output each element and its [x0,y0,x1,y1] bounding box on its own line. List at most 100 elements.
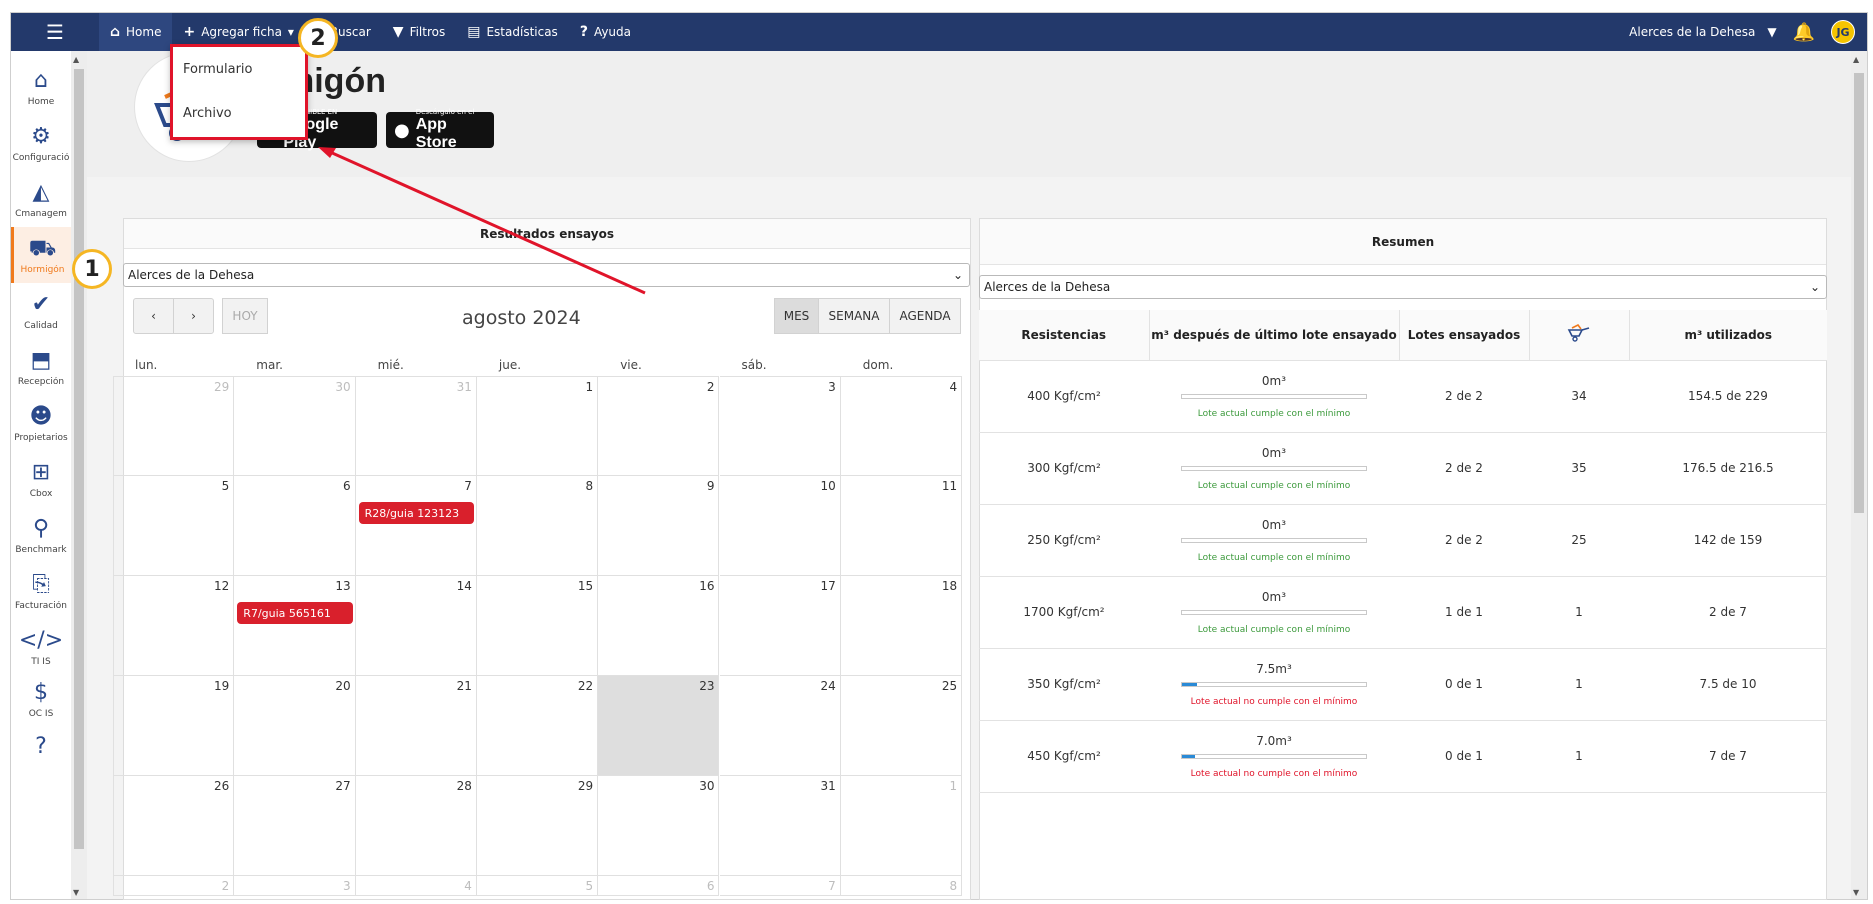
calendar-day-cell[interactable]: 6 [234,476,356,576]
bell-icon[interactable]: 🔔 [1793,22,1815,43]
sidebar-item-configuració[interactable]: ⚙ Configuració [11,115,71,171]
sidebar-item-cmanagem[interactable]: ◭ Cmanagem [11,171,71,227]
calendar-day-cell[interactable]: 1 [840,776,963,876]
avatar[interactable]: JG [1831,20,1855,44]
calendar-day-cell[interactable]: 27 [234,776,356,876]
cmanagem-icon: ◭ [32,180,50,205]
calendar-day-cell[interactable]: 6 [598,876,720,896]
sidebar-item-home[interactable]: ⌂ Home [11,59,71,115]
calendar-day-cell[interactable]: 29 [476,776,599,876]
dropdown-item-formulario[interactable]: Formulario [173,47,305,91]
sidebar-item-calidad[interactable]: ✔ Calidad [11,283,71,339]
calendar-day-cell[interactable]: 10 [719,476,841,576]
calendar-day-cell[interactable]: 25 [840,676,963,776]
lotes-cell: 2 de 2 [1399,360,1529,433]
calendar-day-cell[interactable]: 4 [355,876,477,896]
calendar-day-cell[interactable]: 5 [113,476,235,576]
menu-icon[interactable]: ☰ [11,13,99,51]
sidebar-item-ti-is[interactable]: </> TI IS [11,619,71,675]
chevron-down-icon: ▾ [287,25,294,39]
calendar-day-cell[interactable]: 12 [113,576,235,676]
calendar-day-cell[interactable]: 1 [476,376,599,476]
calendar-day-cell[interactable]: 4 [840,376,963,476]
day-number: 15 [577,579,594,593]
calendar-day-cell[interactable]: 20 [234,676,356,776]
dropdown-item-archivo[interactable]: Archivo [173,91,305,135]
scroll-down-icon[interactable]: ▼ [1853,888,1859,897]
help-icon: ? [579,24,588,40]
nav-home[interactable]: ⌂ Home [99,13,173,51]
calendar-event[interactable]: R28/guia 123123 [358,502,474,524]
sidebar: ⌂ Home ⚙ Configuració ◭ Cmanagem ⛟ Hormigón ✔ Cal… [11,51,71,899]
calendar-day-cell[interactable]: 8 [840,876,963,896]
summary-row: 300 Kgf/cm² 0m³ Lote actual cumple con el … [979,432,1827,505]
view-mes-button[interactable]: MES [774,298,819,334]
m3-utilizados-cell: 2 de 7 [1629,576,1827,649]
m3-value: 0m³ [1261,589,1287,604]
calendar-day-cell[interactable]: 18 [840,576,963,676]
scroll-up-icon[interactable]: ▲ [73,55,79,64]
calendar-day-cell[interactable]: 2 [598,376,720,476]
day-number: 23 [699,679,715,693]
calendar-day-cell[interactable]: 30 [598,776,720,876]
calendar-day-cell[interactable]: 23 [598,676,720,776]
scroll-up-icon[interactable]: ▲ [1853,55,1859,64]
calendar-event[interactable]: R7/guia 565161 [237,602,353,624]
calendar-day-cell[interactable]: 31 [355,376,477,476]
main-scroll-thumb[interactable] [1854,73,1864,513]
calendar-day-cell[interactable]: 19 [113,676,235,776]
sidebar-item-facturación[interactable]: ⎘ Facturación [11,563,71,619]
sidebar-item-propietarios[interactable]: ☻ Propietarios [11,395,71,451]
sidebar-scroll-thumb[interactable] [74,69,84,849]
sidebar-item-benchmark[interactable]: ⚲ Benchmark [11,507,71,563]
calendar-day-cell[interactable]: 8 [476,476,599,576]
calendar-day-cell[interactable]: 31 [719,776,841,876]
summary-farm-select[interactable]: Alerces de la Dehesa ⌄ [979,275,1827,299]
calendar-day-cell[interactable]: 5 [476,876,599,896]
agregar-ficha-dropdown: Formulario Archivo [170,44,308,140]
calendar-day-cell[interactable]: 7 [719,876,841,896]
sidebar-scrollbar[interactable]: ▲ ▼ [71,51,87,899]
view-agenda-button[interactable]: AGENDA [889,298,961,334]
nav-estadísticas[interactable]: ▤ Estadísticas [456,13,569,51]
calendar-day-cell[interactable]: 3 [719,376,841,476]
day-number: 24 [820,679,836,693]
main-scrollbar[interactable]: ▲ ▼ [1851,51,1867,899]
app-store-button[interactable]: ● Descárgalo en el App Store [386,108,494,151]
calendar-day-cell[interactable]: 3 [234,876,356,896]
m3-value: 7.5m³ [1256,661,1292,676]
scroll-down-icon[interactable]: ▼ [73,888,79,897]
calendar-day-cell[interactable]: 30 [234,376,356,476]
calendar-day-cell[interactable]: 17 [719,576,841,676]
farm-selector[interactable]: Alerces de la Dehesa ▼ [1629,25,1776,39]
nav-filtros[interactable]: ▼ Filtros [382,13,456,51]
calendar-day-cell[interactable]: 24 [719,676,841,776]
calendar-next-button[interactable]: › [173,298,214,334]
calendar-prev-button[interactable]: ‹ [133,298,174,334]
calendar-day-cell[interactable]: 22 [476,676,599,776]
calendar-day-cell[interactable]: 13 [234,576,356,676]
calendar-day-cell[interactable]: 9 [598,476,720,576]
results-farm-select[interactable]: Alerces de la Dehesa ⌄ [123,263,970,287]
calendar-day-cell[interactable]: 16 [598,576,720,676]
calendar-day-cell[interactable]: 7 [355,476,477,576]
calendar-day-cell[interactable]: 21 [355,676,477,776]
sidebar-item-recepción[interactable]: ⬒ Recepción [11,339,71,395]
calendar-day-cell[interactable]: 2 [113,876,235,896]
calendar-day-cell[interactable]: 29 [113,376,235,476]
calendar-day-cell[interactable]: 28 [355,776,477,876]
sidebar-item-cbox[interactable]: ⊞ Cbox [11,451,71,507]
calendar-day-cell[interactable]: 15 [476,576,599,676]
calendar-today-button[interactable]: HOY [222,298,268,334]
sidebar-item-label: Cbox [29,489,53,499]
progress-cell: 0m³ Lote actual cumple con el mínimo [1149,576,1399,649]
home-icon: ⌂ [34,68,48,93]
nav-ayuda[interactable]: ? Ayuda [569,13,642,51]
sidebar-item-hormigón[interactable]: ⛟ Hormigón [11,227,71,283]
calendar-day-cell[interactable]: 11 [840,476,963,576]
summary-header-row: Resistencias m³ después de último lote e… [979,310,1827,361]
sidebar-item-help[interactable]: ? [11,719,71,775]
calendar-day-cell[interactable]: 26 [113,776,235,876]
view-semana-button[interactable]: SEMANA [818,298,890,334]
calendar-day-cell[interactable]: 14 [355,576,477,676]
